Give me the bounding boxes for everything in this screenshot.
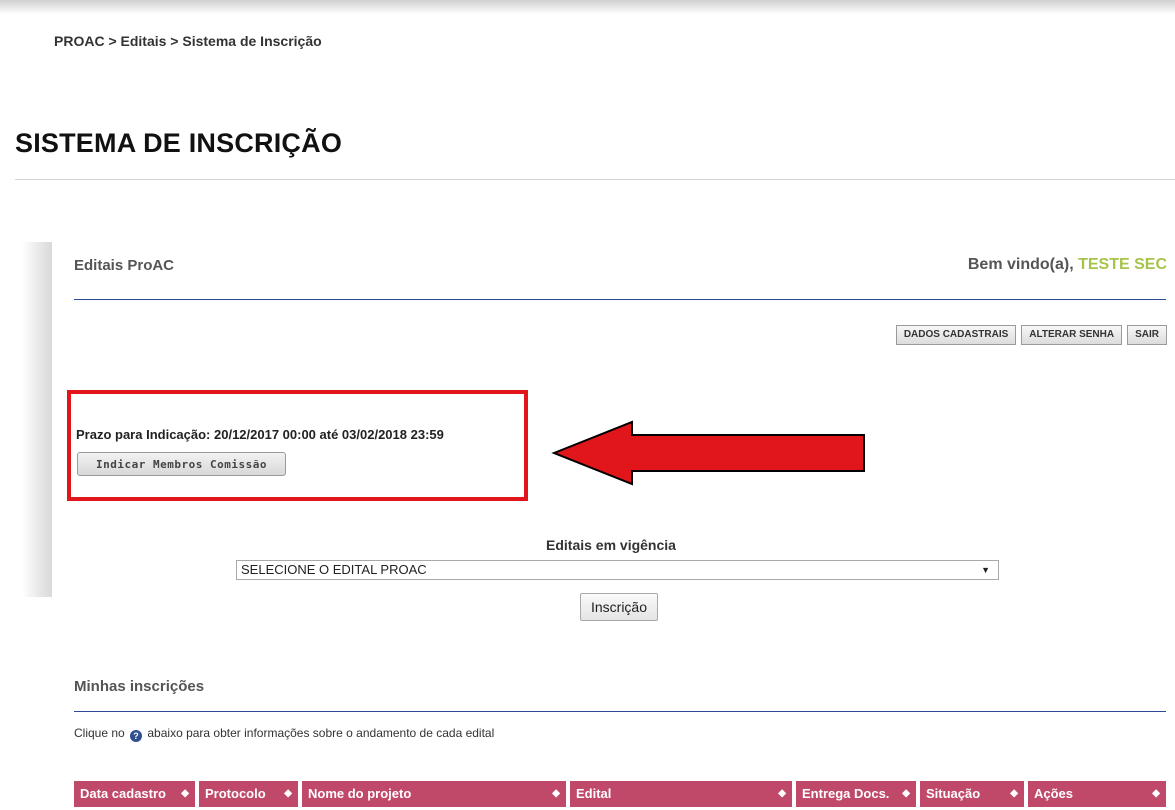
column-label: Nome do projeto: [308, 786, 412, 801]
editais-vigencia-label: Editais em vigência: [546, 537, 676, 553]
alterar-senha-button[interactable]: ALTERAR SENHA: [1021, 325, 1123, 345]
column-label: Data cadastro: [80, 786, 166, 801]
minhas-inscricoes-title: Minhas inscrições: [74, 678, 205, 695]
indicar-membros-button[interactable]: Indicar Membros Comissão: [77, 452, 286, 476]
welcome-message: Bem vindo(a), TESTE SEC: [968, 256, 1167, 274]
dropdown-arrow-icon: ▼: [981, 565, 990, 575]
minhas-divider: [74, 711, 1166, 712]
column-header[interactable]: Entrega Docs. ◆: [796, 781, 916, 807]
column-header[interactable]: Situação ◆: [920, 781, 1024, 807]
section-divider: [74, 299, 1166, 300]
title-divider: [15, 179, 1175, 180]
help-icon: ?: [130, 730, 143, 742]
page-title: SISTEMA DE INSCRIÇÃO: [15, 128, 343, 158]
sort-icon: ◆: [284, 788, 292, 799]
welcome-prefix: Bem vindo(a),: [967, 256, 1079, 273]
column-header[interactable]: Protocolo ◆: [199, 781, 298, 807]
edital-select[interactable]: SELECIONE O EDITAL PROAC ▼: [236, 560, 999, 580]
prazo-indicacao: Prazo para Indicação: 20/12/2017 00:00 a…: [76, 427, 444, 442]
column-header[interactable]: Nome do projeto ◆: [302, 781, 566, 807]
info-instruction: Clique no ? abaixo para obter informaçõe…: [74, 726, 494, 742]
info-text-after: abaixo para obter informações sobre o an…: [144, 726, 495, 740]
dados-cadastrais-button[interactable]: DADOS CADASTRAIS: [895, 325, 1017, 345]
inscricao-button[interactable]: Inscrição: [580, 593, 658, 621]
sort-icon: ◆: [1010, 788, 1018, 799]
top-shade: [0, 0, 1175, 14]
column-label: Protocolo: [205, 786, 266, 801]
column-header[interactable]: Ações ◆: [1028, 781, 1166, 807]
highlight-box: [67, 390, 528, 501]
column-label: Edital: [576, 786, 612, 801]
sort-icon: ◆: [902, 788, 910, 799]
breadcrumb[interactable]: PROAC > Editais > Sistema de Inscrição: [54, 33, 322, 49]
inscricoes-table-header: Data cadastro ◆ Protocolo ◆ Nome do projet…: [74, 781, 1166, 807]
welcome-user: TESTE SEC: [1078, 256, 1167, 273]
section-title: Editais ProAC: [74, 257, 175, 274]
edital-select-value: SELECIONE O EDITAL PROAC: [241, 562, 427, 577]
column-label: Situação: [926, 786, 981, 801]
column-label: Ações: [1034, 786, 1074, 801]
sort-icon: ◆: [1152, 788, 1160, 799]
column-header[interactable]: Edital ◆: [570, 781, 792, 807]
sort-icon: ◆: [552, 788, 560, 799]
panel-shadow: [22, 242, 52, 597]
sort-icon: ◆: [181, 788, 189, 799]
column-header[interactable]: Data cadastro ◆: [74, 781, 195, 807]
sort-icon: ◆: [778, 788, 786, 799]
red-arrow-icon: [551, 420, 865, 486]
info-text-before: Clique no: [74, 726, 129, 740]
column-label: Entrega Docs.: [802, 786, 890, 801]
account-buttons: DADOS CADASTRAIS ALTERAR SENHA SAIR: [895, 325, 1167, 345]
sair-button[interactable]: SAIR: [1127, 325, 1167, 345]
